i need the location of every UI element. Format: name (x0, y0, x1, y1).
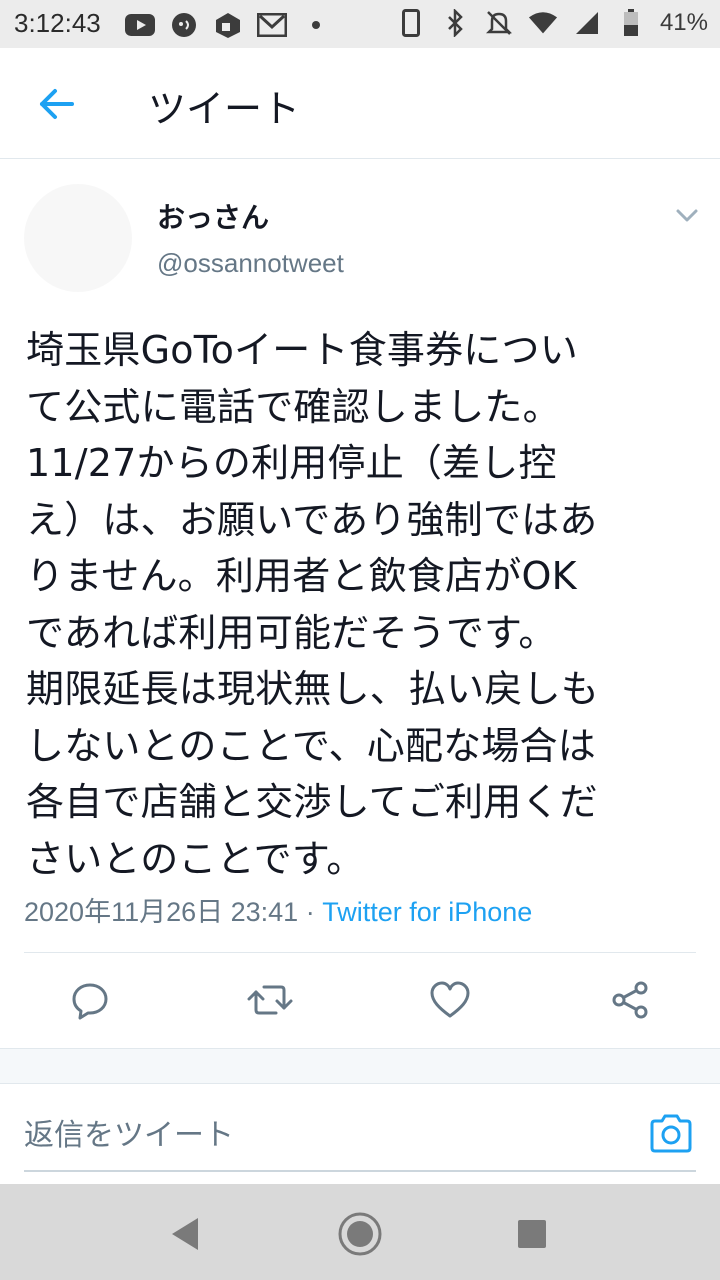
tweet-source-link[interactable]: Twitter for iPhone (322, 897, 532, 927)
signal-icon (572, 8, 602, 38)
tweet-actions (0, 970, 720, 1032)
nav-home-button[interactable] (334, 1208, 386, 1260)
share-button[interactable] (604, 970, 656, 1030)
tweet-meta: 2020年11月26日 23:41 · Twitter for iPhone (24, 890, 532, 929)
nav-recents-button[interactable] (506, 1208, 558, 1260)
avatar[interactable] (24, 184, 132, 292)
dot-icon (301, 10, 331, 40)
youtube-icon (125, 10, 155, 40)
phone-icon (396, 8, 426, 38)
reply-button[interactable] (64, 970, 116, 1030)
reply-icon (72, 983, 108, 1020)
status-time: 3:12:43 (14, 8, 101, 38)
divider (0, 1083, 720, 1084)
like-button[interactable] (424, 970, 476, 1030)
retweet-button[interactable] (244, 970, 296, 1030)
nav-back-button[interactable] (160, 1208, 212, 1260)
camera-icon (650, 1114, 692, 1153)
notification-icons (125, 10, 331, 40)
chevron-down-icon (676, 209, 698, 222)
heart-icon (430, 981, 470, 1018)
page-title: ツイート (148, 87, 301, 131)
app-icon (213, 10, 243, 40)
back-button[interactable] (32, 80, 80, 128)
reply-input[interactable] (24, 1112, 584, 1158)
battery-percent: 41% (659, 9, 708, 36)
share-icon (612, 981, 648, 1019)
user-handle[interactable]: @ossannotweet (157, 248, 344, 279)
wifi-icon (528, 8, 558, 38)
top-bar: ツイート (0, 48, 720, 159)
tweet-menu-button[interactable] (672, 200, 702, 230)
gmail-icon (257, 10, 287, 40)
mute-icon (484, 8, 514, 38)
meta-separator: · (298, 897, 323, 927)
battery-icon (616, 8, 646, 38)
tweet-timestamp: 2020年11月26日 23:41 (24, 897, 299, 927)
messenger-icon (169, 10, 199, 40)
home-circle-icon (338, 1212, 382, 1256)
bluetooth-icon (440, 8, 470, 38)
back-triangle-icon (172, 1218, 198, 1250)
divider (24, 952, 696, 953)
recents-square-icon (518, 1220, 546, 1248)
section-gap (0, 1049, 720, 1083)
back-arrow-icon (40, 89, 74, 119)
reply-underline (24, 1170, 696, 1172)
camera-button[interactable] (648, 1112, 696, 1156)
tweet-text: 埼玉県GoToイート食事券につい て公式に電話で確認しました。 11/27からの… (26, 328, 600, 881)
user-display-name[interactable]: おっさん (157, 196, 269, 236)
retweet-icon (247, 985, 293, 1015)
status-bar: 3:12:43 41% (0, 0, 720, 48)
system-icons: 41% (396, 8, 708, 38)
navigation-bar (0, 1184, 720, 1280)
